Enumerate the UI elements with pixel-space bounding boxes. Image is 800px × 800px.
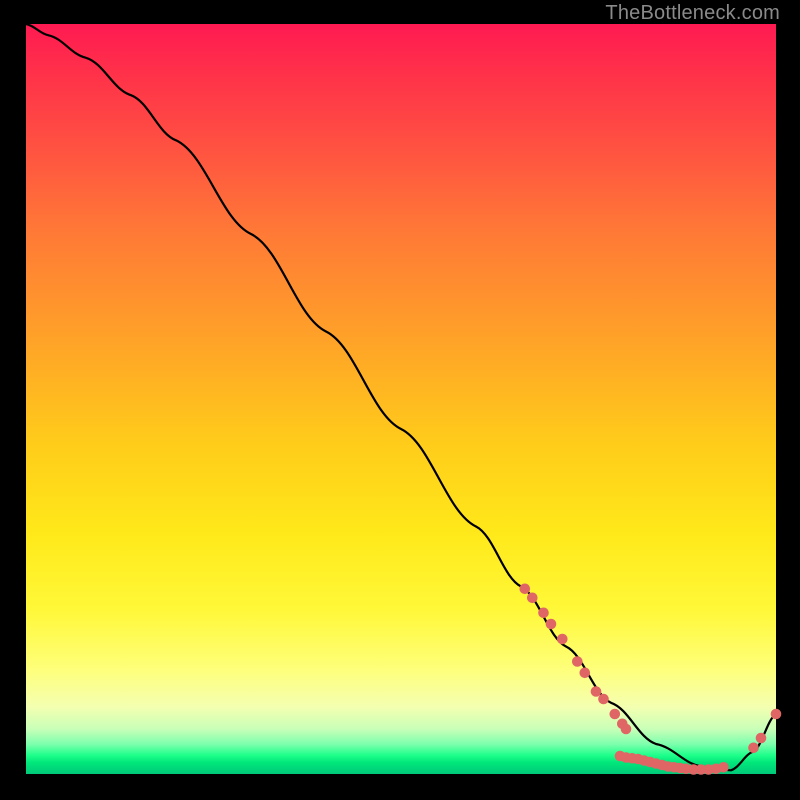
data-point (557, 634, 568, 645)
data-point (572, 656, 583, 667)
watermark-text: TheBottleneck.com (605, 2, 780, 25)
chart-svg (26, 24, 776, 774)
data-point (527, 593, 538, 604)
data-point (580, 668, 591, 679)
data-point (546, 619, 557, 630)
data-point (748, 743, 759, 754)
data-point (621, 724, 632, 735)
data-point (598, 694, 609, 705)
bottleneck-curve (26, 24, 776, 770)
data-point (718, 762, 729, 773)
data-point (520, 584, 531, 595)
data-point (610, 709, 621, 720)
chart-container: TheBottleneck.com (0, 0, 800, 800)
data-point (538, 608, 549, 619)
data-point (771, 709, 782, 720)
data-markers (520, 584, 782, 775)
data-point (756, 733, 767, 744)
plot-area (26, 24, 776, 774)
data-point (591, 686, 602, 697)
